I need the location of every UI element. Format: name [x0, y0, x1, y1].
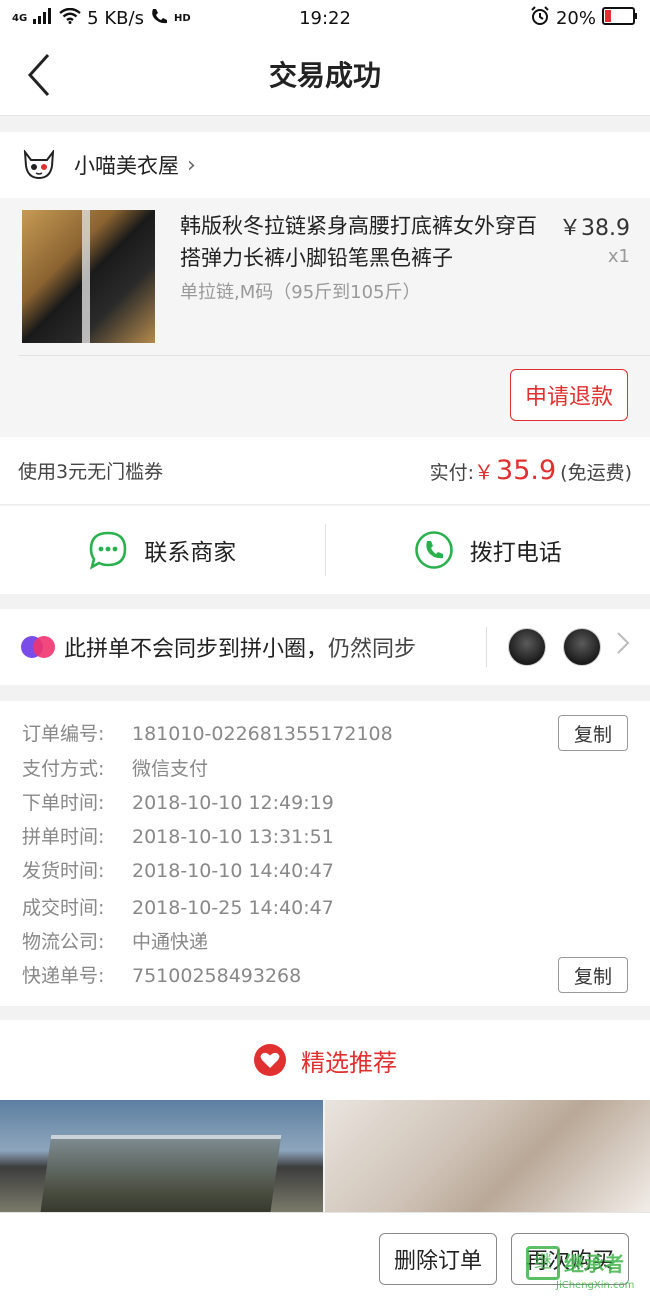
payment-row: 使用3元无门槛券 实付: ￥ 35.9 (免运费)	[0, 437, 650, 505]
product-card[interactable]: 韩版秋冬拉链紧身高腰打底裤女外穿百搭弹力长裤小脚铅笔黑色裤子 单拉链,M码（95…	[0, 198, 650, 436]
watermark-url: JiChengXin.com	[556, 1280, 635, 1291]
alarm-icon	[530, 5, 550, 31]
paid-summary: 实付: ￥ 35.9 (免运费)	[430, 455, 632, 486]
payment-method-value: 微信支付	[132, 758, 209, 780]
recommended-product-image[interactable]	[0, 1100, 323, 1212]
paid-amount: 35.9	[496, 455, 557, 486]
deal-time-row: 成交时间: 2018-10-25 14:40:47	[22, 893, 334, 920]
bottom-action-bar: 删除订单 再次购买 继 继承者 JiChengXin.com	[0, 1212, 650, 1300]
recommended-product-image[interactable]	[325, 1100, 650, 1212]
heart-badge-icon	[254, 1044, 286, 1076]
product-title: 韩版秋冬拉链紧身高腰打底裤女外穿百搭弹力长裤小脚铅笔黑色裤子	[180, 214, 537, 270]
tracking-number-row: 快递单号: 75100258493268	[22, 961, 301, 988]
divider	[486, 627, 487, 667]
status-right: 20%	[530, 5, 638, 31]
nav-bar: 交易成功	[0, 36, 650, 116]
back-button[interactable]	[14, 50, 64, 100]
courier-row: 物流公司: 中通快递	[22, 927, 208, 954]
avatar	[508, 628, 546, 666]
shop-row[interactable]: 小喵美衣屋 ›	[0, 132, 650, 198]
delete-order-button[interactable]: 删除订单	[379, 1233, 497, 1285]
watermark-box-icon: 继	[526, 1246, 560, 1280]
chat-bubble-icon	[89, 531, 127, 570]
copy-order-number-button[interactable]: 复制	[558, 715, 628, 751]
shipping-note: (免运费)	[560, 462, 632, 484]
shop-name[interactable]: 小喵美衣屋	[74, 150, 179, 180]
hd-label: HD	[173, 12, 191, 24]
ship-time-label: 发货时间:	[22, 860, 105, 882]
battery-percent: 20%	[555, 7, 596, 29]
product-image[interactable]	[22, 210, 155, 343]
battery-icon	[602, 6, 638, 30]
phone-hd-icon	[150, 7, 168, 30]
network-type: 4G	[12, 12, 28, 24]
sync-circle-row[interactable]: 此拼单不会同步到拼小圈，仍然同步	[0, 609, 650, 685]
product-spec: 单拉链,M码（95斤到105斤）	[180, 282, 421, 303]
shop-logo-icon	[22, 148, 56, 182]
deal-time-label: 成交时间:	[22, 897, 105, 919]
courier-label: 物流公司:	[22, 931, 105, 953]
order-number-label: 订单编号:	[22, 723, 105, 745]
order-time-value: 2018-10-10 12:49:19	[132, 792, 334, 814]
refund-button[interactable]: 申请退款	[510, 369, 628, 421]
coupon-text: 使用3元无门槛券	[18, 461, 164, 483]
avatar	[563, 628, 601, 666]
payment-method-label: 支付方式:	[22, 758, 105, 780]
product-quantity: x1	[607, 246, 630, 267]
chevron-right-icon	[616, 631, 630, 661]
group-time-value: 2018-10-10 13:31:51	[132, 826, 334, 848]
phone-icon	[414, 531, 453, 569]
recommend-header: 精选推荐	[0, 1020, 650, 1100]
sync-notice: 此拼单不会同步到拼小圈，仍然同步	[64, 631, 416, 663]
page-title: 交易成功	[268, 59, 381, 92]
deal-time-value: 2018-10-25 14:40:47	[132, 897, 334, 919]
courier-value: 中通快递	[132, 931, 209, 953]
watermark-title: 继承者	[564, 1252, 624, 1276]
ship-time-value: 2018-10-10 14:40:47	[132, 860, 334, 882]
watermark-logo: 继 继承者 JiChengXin.com	[526, 1246, 644, 1296]
order-time-label: 下单时间:	[22, 792, 105, 814]
payment-method-row: 支付方式: 微信支付	[22, 754, 208, 781]
tracking-number-value: 75100258493268	[132, 965, 302, 987]
network-speed: 5 KB/s	[87, 7, 144, 29]
status-left: 4G 5 KB/s HD	[12, 7, 191, 30]
paid-label: 实付:	[429, 462, 475, 484]
group-time-row: 拼单时间: 2018-10-10 13:31:51	[22, 822, 334, 849]
currency-symbol: ￥	[474, 460, 495, 484]
wifi-icon	[59, 7, 81, 29]
contact-merchant-button[interactable]: 联系商家	[0, 506, 325, 594]
ship-time-row: 发货时间: 2018-10-10 14:40:47	[22, 856, 334, 883]
contact-row: 联系商家 拨打电话	[0, 506, 650, 594]
call-label: 拨打电话	[469, 540, 562, 566]
call-button[interactable]: 拨打电话	[326, 506, 650, 594]
recommend-title: 精选推荐	[301, 1048, 397, 1077]
signal-icon	[33, 7, 53, 29]
chevron-right-icon: ›	[187, 152, 196, 178]
order-info: 订单编号: 181010-022681355172108 复制 支付方式: 微信支付…	[0, 701, 650, 1006]
tracking-number-label: 快递单号:	[22, 965, 105, 987]
pinxiaoquan-logo-icon	[20, 634, 56, 660]
order-number-row: 订单编号: 181010-022681355172108	[22, 719, 393, 746]
order-time-row: 下单时间: 2018-10-10 12:49:19	[22, 788, 334, 815]
status-bar: 4G 5 KB/s HD 19:22 20%	[0, 0, 650, 36]
product-price: ￥38.9	[559, 216, 630, 241]
sync-anyway-link[interactable]: 仍然同步	[328, 637, 416, 662]
copy-tracking-number-button[interactable]: 复制	[558, 957, 628, 993]
contact-merchant-label: 联系商家	[144, 540, 237, 566]
divider	[18, 355, 650, 356]
back-arrow-icon	[27, 53, 50, 97]
order-number-value: 181010-022681355172108	[132, 723, 393, 745]
sync-notice-main: 此拼单不会同步到拼小圈，	[64, 637, 329, 662]
group-time-label: 拼单时间:	[22, 826, 105, 848]
